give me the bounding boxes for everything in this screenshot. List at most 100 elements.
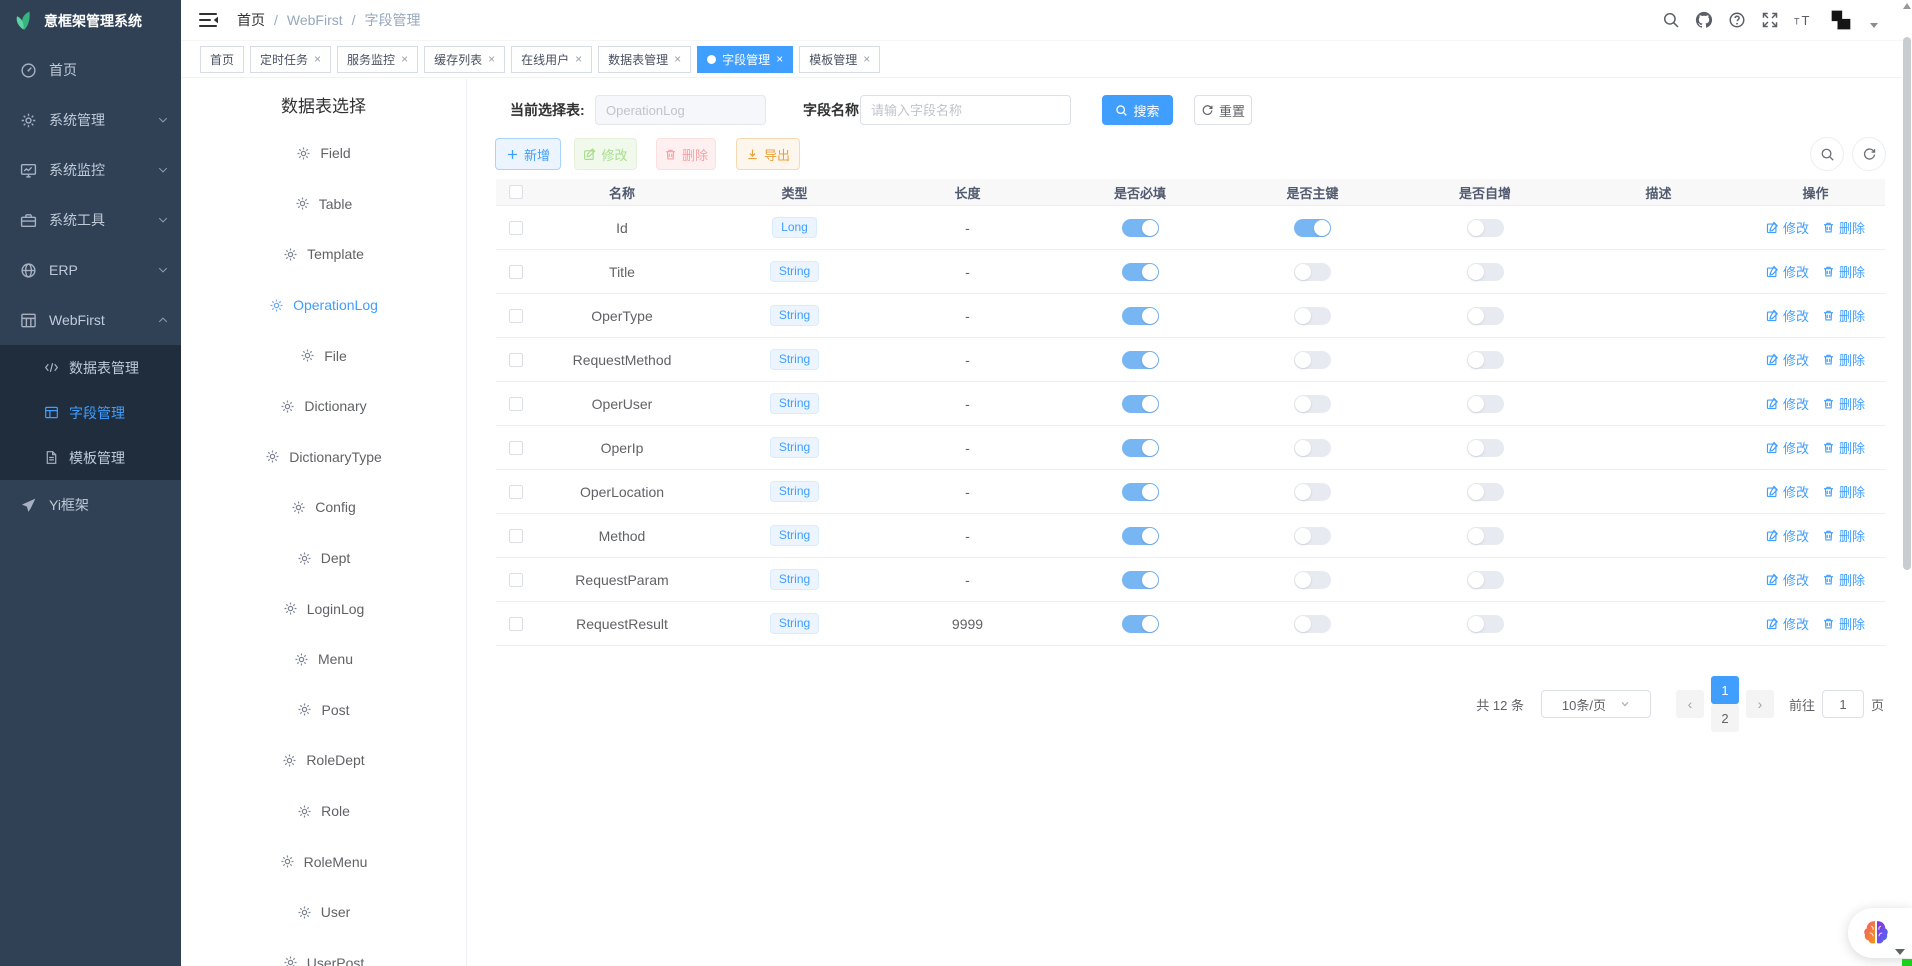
- primary-key-toggle[interactable]: [1294, 527, 1331, 545]
- close-icon[interactable]: ×: [863, 53, 870, 65]
- breadcrumb-item[interactable]: 字段管理: [365, 10, 421, 30]
- auto-increment-toggle[interactable]: [1467, 527, 1504, 545]
- next-page-button[interactable]: ›: [1746, 690, 1774, 718]
- reset-button[interactable]: 重置: [1194, 95, 1252, 125]
- close-icon[interactable]: ×: [674, 53, 681, 65]
- auto-increment-toggle[interactable]: [1467, 351, 1504, 369]
- table-tree-item-LoginLog[interactable]: LoginLog: [181, 583, 466, 634]
- tab-首页[interactable]: 首页: [200, 46, 244, 73]
- edit-link[interactable]: 修改: [1766, 306, 1809, 325]
- table-tree-item-Field[interactable]: Field: [181, 128, 466, 179]
- page-button-2[interactable]: 2: [1711, 704, 1739, 732]
- required-toggle[interactable]: [1122, 351, 1159, 369]
- row-checkbox[interactable]: [509, 309, 523, 323]
- required-toggle[interactable]: [1122, 219, 1159, 237]
- ai-collapse-caret[interactable]: [1895, 949, 1905, 955]
- edit-link[interactable]: 修改: [1766, 526, 1809, 545]
- primary-key-toggle[interactable]: [1294, 439, 1331, 457]
- edit-link[interactable]: 修改: [1766, 438, 1809, 457]
- required-toggle[interactable]: [1122, 263, 1159, 281]
- required-toggle[interactable]: [1122, 395, 1159, 413]
- close-icon[interactable]: ×: [314, 53, 321, 65]
- search-icon[interactable]: [1662, 11, 1680, 29]
- table-tree-item-DictionaryType[interactable]: DictionaryType: [181, 432, 466, 483]
- row-checkbox[interactable]: [509, 441, 523, 455]
- select-all-checkbox[interactable]: [509, 185, 523, 199]
- hamburger-icon[interactable]: [199, 11, 219, 29]
- row-checkbox[interactable]: [509, 573, 523, 587]
- app-logo[interactable]: 意框架管理系统: [0, 0, 181, 41]
- tab-模板管理[interactable]: 模板管理×: [799, 46, 880, 73]
- fullscreen-icon[interactable]: [1761, 11, 1779, 29]
- auto-increment-toggle[interactable]: [1467, 395, 1504, 413]
- close-icon[interactable]: ×: [401, 53, 408, 65]
- add-button[interactable]: 新增: [495, 138, 561, 170]
- required-toggle[interactable]: [1122, 483, 1159, 501]
- primary-key-toggle[interactable]: [1294, 219, 1331, 237]
- field-name-input[interactable]: [860, 95, 1071, 125]
- delete-link[interactable]: 删除: [1822, 526, 1865, 545]
- sidebar-item-home[interactable]: 首页: [0, 45, 181, 95]
- auto-increment-toggle[interactable]: [1467, 571, 1504, 589]
- avatar[interactable]: [1827, 6, 1855, 34]
- row-checkbox[interactable]: [509, 485, 523, 499]
- primary-key-toggle[interactable]: [1294, 615, 1331, 633]
- table-tree-item-UserPost[interactable]: UserPost: [181, 938, 466, 966]
- sidebar-item-system-monitor[interactable]: 系统监控: [0, 145, 181, 195]
- goto-page-input[interactable]: [1822, 690, 1864, 718]
- row-checkbox[interactable]: [509, 353, 523, 367]
- tab-在线用户[interactable]: 在线用户×: [511, 46, 592, 73]
- edit-link[interactable]: 修改: [1766, 570, 1809, 589]
- required-toggle[interactable]: [1122, 307, 1159, 325]
- close-icon[interactable]: ×: [575, 53, 582, 65]
- table-tree-item-Role[interactable]: Role: [181, 786, 466, 837]
- auto-increment-toggle[interactable]: [1467, 483, 1504, 501]
- primary-key-toggle[interactable]: [1294, 483, 1331, 501]
- current-table-input[interactable]: [595, 95, 766, 125]
- delete-link[interactable]: 删除: [1822, 614, 1865, 633]
- table-tree-item-Config[interactable]: Config: [181, 482, 466, 533]
- table-tree-item-Table[interactable]: Table: [181, 179, 466, 230]
- scrollbar-thumb[interactable]: [1903, 37, 1911, 570]
- row-checkbox[interactable]: [509, 265, 523, 279]
- auto-increment-toggle[interactable]: [1467, 307, 1504, 325]
- delete-button[interactable]: 删除: [656, 138, 716, 170]
- table-tree-item-Template[interactable]: Template: [181, 229, 466, 280]
- required-toggle[interactable]: [1122, 571, 1159, 589]
- tab-定时任务[interactable]: 定时任务×: [250, 46, 331, 73]
- scrollbar-up-arrow[interactable]: [1903, 3, 1911, 9]
- edit-link[interactable]: 修改: [1766, 350, 1809, 369]
- auto-increment-toggle[interactable]: [1467, 439, 1504, 457]
- delete-link[interactable]: 删除: [1822, 482, 1865, 501]
- delete-link[interactable]: 删除: [1822, 262, 1865, 281]
- table-refresh-button[interactable]: [1852, 137, 1886, 171]
- delete-link[interactable]: 删除: [1822, 438, 1865, 457]
- table-tree-item-Dictionary[interactable]: Dictionary: [181, 381, 466, 432]
- primary-key-toggle[interactable]: [1294, 351, 1331, 369]
- user-menu-caret[interactable]: [1870, 23, 1878, 28]
- delete-link[interactable]: 删除: [1822, 218, 1865, 237]
- sidebar-item-system-tools[interactable]: 系统工具: [0, 195, 181, 245]
- table-tree-item-Dept[interactable]: Dept: [181, 533, 466, 584]
- delete-link[interactable]: 删除: [1822, 394, 1865, 413]
- close-icon[interactable]: ×: [488, 53, 495, 65]
- breadcrumb-item[interactable]: 首页: [237, 10, 265, 30]
- sidebar-item-webfirst[interactable]: WebFirst: [0, 295, 181, 345]
- page-size-select[interactable]: 10条/页: [1541, 690, 1651, 718]
- sidebar-item-template-mgmt[interactable]: 模板管理: [0, 435, 181, 480]
- table-tree-item-RoleDept[interactable]: RoleDept: [181, 735, 466, 786]
- table-tree-item-RoleMenu[interactable]: RoleMenu: [181, 836, 466, 887]
- row-checkbox[interactable]: [509, 397, 523, 411]
- primary-key-toggle[interactable]: [1294, 307, 1331, 325]
- edit-button[interactable]: 修改: [574, 138, 637, 170]
- auto-increment-toggle[interactable]: [1467, 615, 1504, 633]
- page-button-1[interactable]: 1: [1711, 676, 1739, 704]
- edit-link[interactable]: 修改: [1766, 614, 1809, 633]
- required-toggle[interactable]: [1122, 615, 1159, 633]
- table-search-toggle-button[interactable]: [1810, 137, 1844, 171]
- primary-key-toggle[interactable]: [1294, 395, 1331, 413]
- auto-increment-toggle[interactable]: [1467, 263, 1504, 281]
- table-tree-item-File[interactable]: File: [181, 330, 466, 381]
- tab-缓存列表[interactable]: 缓存列表×: [424, 46, 505, 73]
- table-tree-item-Menu[interactable]: Menu: [181, 634, 466, 685]
